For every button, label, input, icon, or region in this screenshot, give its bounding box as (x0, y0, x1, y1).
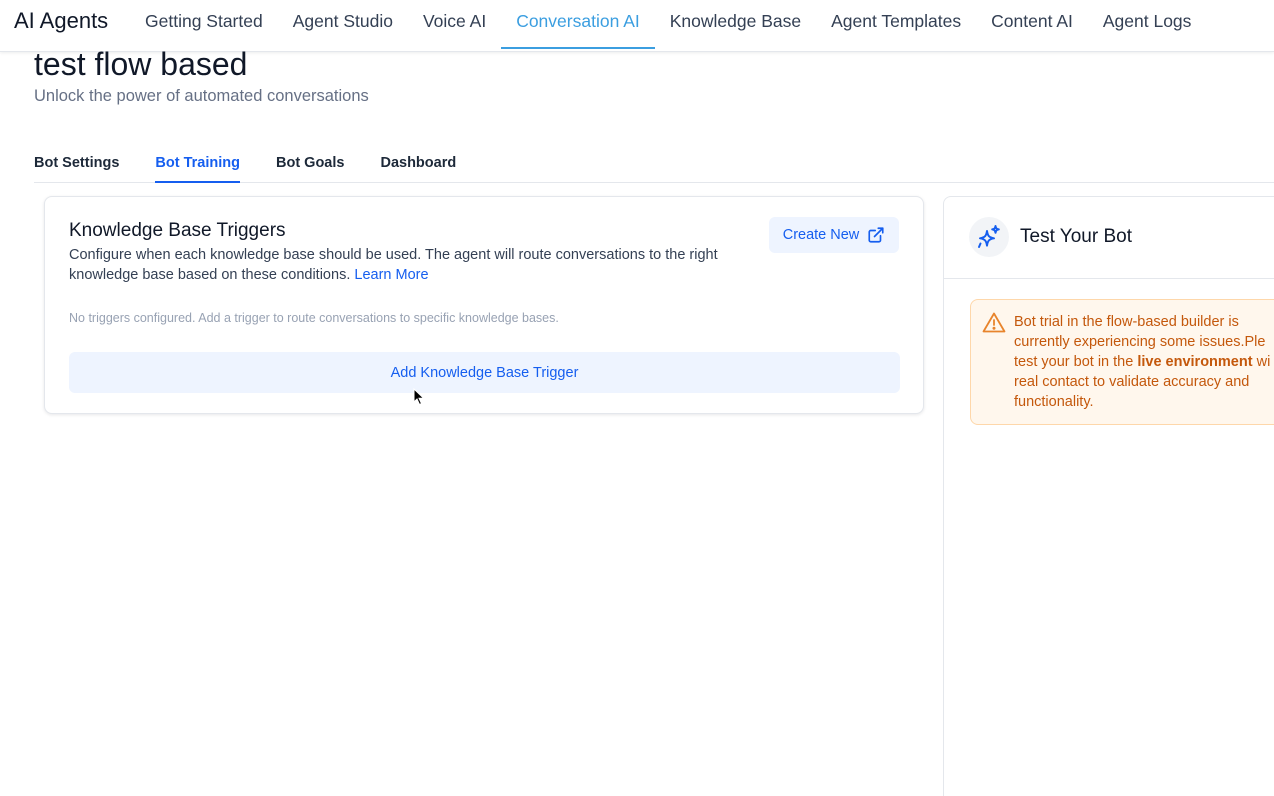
test-bot-panel: Test Your Bot Bot trial in the flow-base… (943, 196, 1274, 796)
empty-triggers-message: No triggers configured. Add a trigger to… (69, 311, 559, 325)
nav-items: Getting Started Agent Studio Voice AI Co… (130, 0, 1206, 52)
nav-item-conversation-ai[interactable]: Conversation AI (501, 0, 655, 49)
create-new-label: Create New (782, 227, 860, 243)
tab-bot-goals[interactable]: Bot Goals (276, 144, 344, 183)
kb-triggers-description: Configure when each knowledge base shoul… (69, 245, 759, 285)
tab-bot-settings[interactable]: Bot Settings (34, 144, 119, 183)
nav-item-agent-templates[interactable]: Agent Templates (816, 0, 976, 49)
warning-line: currently experiencing some issues.Ple (1014, 334, 1266, 350)
warning-line: test your bot in the live environment wi (1014, 352, 1274, 372)
page-subtitle: Unlock the power of automated conversati… (34, 87, 369, 105)
add-kb-trigger-button[interactable]: Add Knowledge Base Trigger (69, 352, 900, 393)
warning-alert: Bot trial in the flow-based builder is c… (970, 299, 1274, 425)
warning-triangle-icon (982, 312, 1006, 333)
tab-dashboard[interactable]: Dashboard (380, 144, 456, 183)
bot-tabs: Bot Settings Bot Training Bot Goals Dash… (34, 144, 1274, 183)
nav-item-content-ai[interactable]: Content AI (976, 0, 1088, 49)
nav-item-voice-ai[interactable]: Voice AI (408, 0, 501, 49)
kb-triggers-title: Knowledge Base Triggers (69, 220, 286, 241)
page-title: test flow based (34, 46, 248, 82)
warning-text-segment: test your bot in the (1014, 354, 1138, 370)
learn-more-link[interactable]: Learn More (354, 267, 428, 283)
nav-item-getting-started[interactable]: Getting Started (130, 0, 278, 49)
nav-item-agent-studio[interactable]: Agent Studio (278, 0, 408, 49)
warning-message: Bot trial in the flow-based builder is c… (1014, 312, 1274, 412)
external-link-icon (868, 227, 884, 243)
test-bot-header: Test Your Bot (944, 197, 1274, 279)
live-environment-emphasis: live environment (1137, 354, 1253, 370)
sparkle-icon (978, 225, 1000, 248)
warning-line: Bot trial in the flow-based builder is (1014, 314, 1239, 330)
warning-line: real contact to validate accuracy and (1014, 374, 1250, 390)
create-new-button[interactable]: Create New (769, 217, 899, 253)
warning-text-segment: wi (1252, 354, 1271, 370)
brand-title: AI Agents (14, 8, 109, 33)
tab-bot-training[interactable]: Bot Training (155, 144, 240, 183)
sparkle-icon-badge (969, 217, 1009, 257)
mouse-cursor-icon (413, 388, 425, 406)
test-bot-title: Test Your Bot (1020, 226, 1132, 247)
top-nav: AI Agents Getting Started Agent Studio V… (0, 0, 1274, 52)
warning-line: functionality. (1014, 394, 1094, 410)
nav-item-knowledge-base[interactable]: Knowledge Base (655, 0, 816, 49)
nav-item-agent-logs[interactable]: Agent Logs (1088, 0, 1207, 49)
kb-triggers-card: Knowledge Base Triggers Configure when e… (44, 196, 924, 414)
